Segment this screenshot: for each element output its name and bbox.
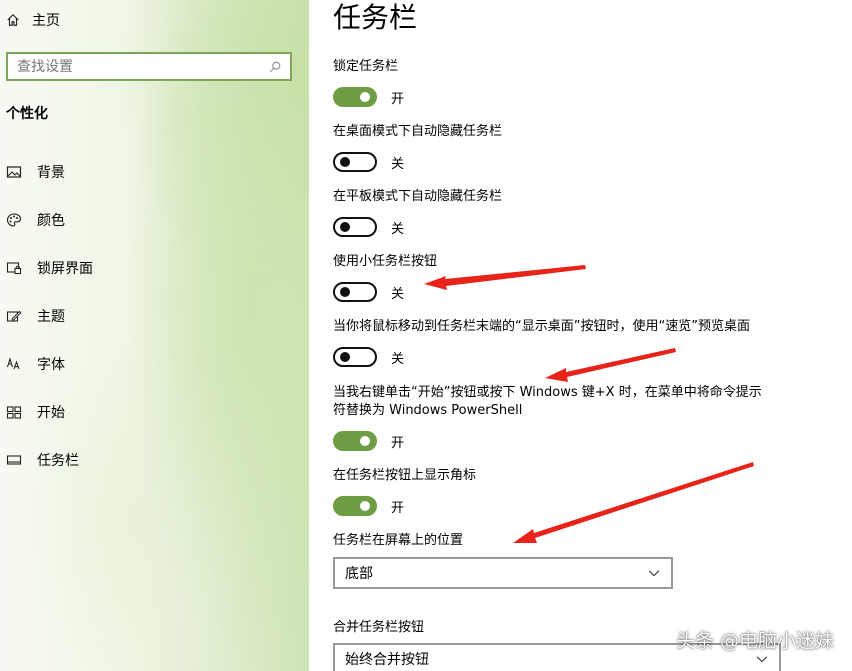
setting-autohide-desktop: 在桌面模式下自动隐藏任务栏 关 xyxy=(333,123,783,172)
position-selected-value: 底部 xyxy=(345,566,373,582)
setting-peek-desktop: 当你将鼠标移动到任务栏末端的“显示桌面”按钮时，使用“速览”预览桌面 关 xyxy=(333,318,783,367)
setting-autohide-tablet: 在平板模式下自动隐藏任务栏 关 xyxy=(333,188,783,237)
search-icon[interactable] xyxy=(268,60,282,74)
setting-label: 锁定任务栏 xyxy=(333,59,399,74)
sidebar-item-label: 背景 xyxy=(37,165,65,181)
setting-label: 当你将鼠标移动到任务栏末端的“显示桌面”按钮时，使用“速览”预览桌面 xyxy=(333,319,750,334)
sidebar-item-start[interactable]: 开始 xyxy=(6,402,65,422)
setting-lock-taskbar: 锁定任务栏 开 xyxy=(333,58,783,107)
start-icon xyxy=(6,404,22,420)
home-label: 主页 xyxy=(32,13,60,29)
setting-label: 当我右键单击“开始”按钮或按下 Windows 键+X 时，在菜单中将命令提示符… xyxy=(333,385,762,418)
peek-desktop-toggle[interactable] xyxy=(333,347,377,367)
setting-badges: 在任务栏按钮上显示角标 开 xyxy=(333,467,783,516)
toggle-state-label: 关 xyxy=(391,156,405,172)
theme-icon xyxy=(6,308,22,324)
lock-screen-icon xyxy=(6,260,22,276)
sidebar-item-themes[interactable]: 主题 xyxy=(6,306,65,326)
watermark: 头条 @电脑小迷妹 xyxy=(675,630,834,652)
toggle-state-label: 关 xyxy=(391,221,405,237)
chevron-down-icon xyxy=(756,656,768,663)
sidebar-item-fonts[interactable]: 字体 xyxy=(6,354,65,374)
search-input[interactable] xyxy=(17,58,268,75)
sidebar-item-label: 锁屏界面 xyxy=(37,261,93,277)
sidebar-item-background[interactable]: 背景 xyxy=(6,162,65,182)
toggle-state-label: 开 xyxy=(391,500,405,516)
setting-powershell: 当我右键单击“开始”按钮或按下 Windows 键+X 时，在菜单中将命令提示符… xyxy=(333,384,773,451)
font-icon xyxy=(6,356,22,372)
powershell-toggle[interactable] xyxy=(333,431,377,451)
sidebar-item-label: 字体 xyxy=(37,357,65,373)
main-panel: 任务栏 锁定任务栏 开 在桌面模式下自动隐藏任务栏 关 在平板模式下自动隐藏任务… xyxy=(309,0,852,671)
setting-position: 任务栏在屏幕上的位置 xyxy=(333,532,783,550)
sidebar-item-label: 颜色 xyxy=(37,213,65,229)
section-title: 个性化 xyxy=(6,106,48,122)
toggle-state-label: 关 xyxy=(391,351,405,367)
position-label: 任务栏在屏幕上的位置 xyxy=(333,533,464,548)
home-icon xyxy=(7,13,19,26)
badges-toggle[interactable] xyxy=(333,496,377,516)
sidebar-item-label: 开始 xyxy=(37,405,65,421)
sidebar-item-lock-screen[interactable]: 锁屏界面 xyxy=(6,258,93,278)
setting-label: 在平板模式下自动隐藏任务栏 xyxy=(333,189,503,204)
sidebar-item-label: 主题 xyxy=(37,309,65,325)
setting-label: 在任务栏按钮上显示角标 xyxy=(333,468,477,483)
taskbar-icon xyxy=(6,452,22,468)
setting-label: 在桌面模式下自动隐藏任务栏 xyxy=(333,124,503,139)
home-link[interactable]: 主页 xyxy=(6,10,60,30)
palette-icon xyxy=(6,212,22,228)
lock-taskbar-toggle[interactable] xyxy=(333,87,377,107)
toggle-state-label: 开 xyxy=(391,91,405,107)
toggle-state-label: 开 xyxy=(391,435,405,451)
search-box[interactable] xyxy=(6,52,292,81)
sidebar: 主页 个性化 背景 颜色 锁屏界面 主题 字体 开始 任务栏 xyxy=(0,0,309,671)
chevron-down-icon xyxy=(648,570,660,577)
autohide-desktop-toggle[interactable] xyxy=(333,152,377,172)
sidebar-item-label: 任务栏 xyxy=(37,453,79,469)
setting-label: 使用小任务栏按钮 xyxy=(333,254,438,269)
image-icon xyxy=(6,164,22,180)
autohide-tablet-toggle[interactable] xyxy=(333,217,377,237)
position-dropdown[interactable]: 底部 xyxy=(333,557,673,589)
setting-small-buttons: 使用小任务栏按钮 关 xyxy=(333,253,783,302)
sidebar-item-taskbar[interactable]: 任务栏 xyxy=(6,450,79,470)
sidebar-item-colors[interactable]: 颜色 xyxy=(6,210,65,230)
page-title: 任务栏 xyxy=(333,1,418,34)
small-buttons-toggle[interactable] xyxy=(333,282,377,302)
toggle-state-label: 关 xyxy=(391,286,405,302)
